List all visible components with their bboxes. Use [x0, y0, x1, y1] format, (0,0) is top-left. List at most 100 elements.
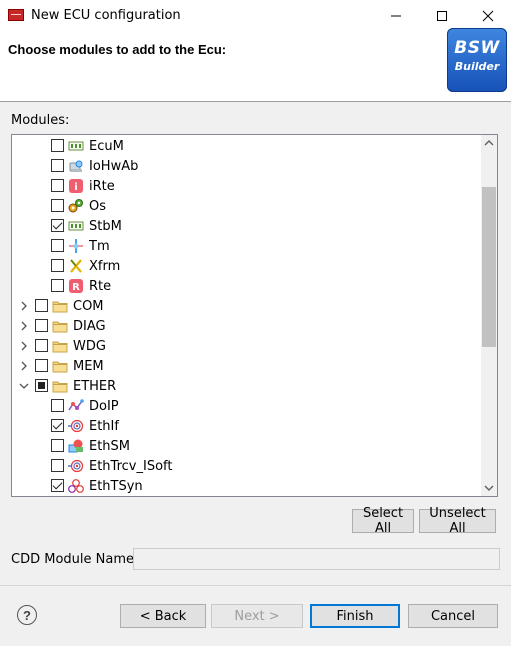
folder-icon [52, 361, 68, 373]
checkbox-os[interactable] [51, 199, 64, 212]
tree-row-label: ETHER [73, 379, 117, 394]
tree-row-label: EcuM [89, 139, 124, 154]
footer-divider [0, 585, 511, 586]
module-icon [68, 141, 84, 151]
tree-row-label: Os [89, 199, 107, 214]
tree-row-ether[interactable]: ETHER [12, 376, 482, 396]
tree-row-doip[interactable]: DoIP [12, 396, 482, 416]
folder-icon [52, 301, 68, 313]
svg-text:R: R [72, 282, 80, 293]
tree-row-os[interactable]: Os [12, 196, 482, 216]
checkbox-wdg[interactable] [35, 339, 48, 352]
modules-label: Modules: [11, 113, 70, 128]
folder-icon [52, 381, 68, 393]
close-button[interactable] [465, 0, 511, 31]
chevron-right-icon[interactable] [18, 320, 30, 332]
xfrm-icon [70, 259, 82, 273]
tree-row-label: EthSM [89, 439, 131, 454]
tree-row-stbm[interactable]: StbM [12, 216, 482, 236]
back-button[interactable]: < Back [120, 604, 206, 628]
irte-icon: i [69, 179, 83, 193]
bsw-builder-logo: BSW Builder [447, 28, 507, 92]
tm-icon [69, 239, 83, 253]
modules-tree[interactable]: EcuM IoHwAb i iRte Os StbM Tm Xfrm R Rte COM DIAG WD… [11, 134, 498, 497]
checkbox-tm[interactable] [51, 239, 64, 252]
chevron-down-icon[interactable] [18, 380, 30, 392]
checkbox-ethtrcv_isoft[interactable] [51, 459, 64, 472]
tree-row-label: DoIP [89, 399, 119, 414]
tree-row-label: EthTrcv_ISoft [89, 459, 173, 474]
checkbox-xfrm[interactable] [51, 259, 64, 272]
ethtsyn-icon [68, 479, 84, 493]
checkbox-irte[interactable] [51, 179, 64, 192]
close-icon [482, 10, 494, 21]
chevron-right-icon[interactable] [18, 360, 30, 372]
tree-row-label: MEM [73, 359, 104, 374]
cancel-button[interactable]: Cancel [408, 604, 498, 628]
tree-row-ethtrcv_isoft[interactable]: EthTrcv_ISoft [12, 456, 482, 476]
tree-row-label: EthIf [89, 419, 119, 434]
checkbox-ethtsyn[interactable] [51, 479, 64, 492]
window-title: New ECU configuration [31, 8, 181, 23]
tree-row-mem[interactable]: MEM [12, 356, 482, 376]
checkbox-ethif[interactable] [51, 419, 64, 432]
checkbox-ether[interactable] [35, 379, 48, 392]
help-button[interactable]: ? [17, 605, 37, 625]
checkbox-ecum[interactable] [51, 139, 64, 152]
minimize-button[interactable] [373, 0, 419, 31]
minimize-icon [391, 15, 401, 16]
tree-row-label: Xfrm [89, 259, 121, 274]
tree-row-irte[interactable]: i iRte [12, 176, 482, 196]
unselect-all-button[interactable]: Unselect All [419, 506, 496, 536]
chevron-right-icon[interactable] [18, 340, 30, 352]
checkbox-ethsm[interactable] [51, 439, 64, 452]
next-button[interactable]: Next > [211, 604, 303, 628]
module-icon [68, 221, 84, 231]
iohwab-icon [69, 160, 83, 172]
rte-icon: R [69, 279, 83, 293]
tree-row-label: WDG [73, 339, 106, 354]
finish-button[interactable]: Finish [310, 604, 400, 628]
tree-row-label: StbM [89, 219, 122, 234]
app-icon [8, 9, 24, 21]
doip-icon [68, 399, 84, 411]
wizard-header: Choose modules to add to the Ecu: [0, 31, 511, 102]
tree-row-label: EthTSyn [89, 479, 143, 494]
maximize-button[interactable] [419, 0, 465, 31]
tree-row-label: iRte [89, 179, 115, 194]
checkbox-iohwab[interactable] [51, 159, 64, 172]
tree-row-ethtsyn[interactable]: EthTSyn [12, 476, 482, 496]
ethsm-icon [68, 439, 83, 453]
cdd-module-name-input[interactable] [133, 548, 500, 570]
os-gears-icon [68, 199, 83, 213]
checkbox-doip[interactable] [51, 399, 64, 412]
cdd-module-name-label: CDD Module Name: [11, 552, 139, 567]
tree-row-label: Rte [89, 279, 112, 294]
checkbox-diag[interactable] [35, 319, 48, 332]
checkbox-rte[interactable] [51, 279, 64, 292]
checkbox-stbm[interactable] [51, 219, 64, 232]
scroll-up-icon[interactable] [484, 139, 494, 147]
tree-row-iohwab[interactable]: IoHwAb [12, 156, 482, 176]
tree-row-ethif[interactable]: EthIf [12, 416, 482, 436]
scroll-down-icon[interactable] [484, 484, 494, 492]
tree-row-label: Tm [89, 239, 110, 254]
tree-row-ecum[interactable]: EcuM [12, 136, 482, 156]
tree-row-com[interactable]: COM [12, 296, 482, 316]
tree-row-ethsm[interactable]: EthSM [12, 436, 482, 456]
scrollbar-thumb[interactable] [482, 187, 496, 347]
checkbox-com[interactable] [35, 299, 48, 312]
folder-icon [52, 341, 68, 353]
folder-icon [52, 321, 68, 333]
eth-icon [68, 459, 84, 473]
title-bar: New ECU configuration [0, 0, 511, 31]
tree-row-xfrm[interactable]: Xfrm [12, 256, 482, 276]
select-all-button[interactable]: Select All [352, 506, 414, 536]
tree-row-rte[interactable]: R Rte [12, 276, 482, 296]
tree-row-wdg[interactable]: WDG [12, 336, 482, 356]
checkbox-mem[interactable] [35, 359, 48, 372]
tree-row-diag[interactable]: DIAG [12, 316, 482, 336]
chevron-right-icon[interactable] [18, 300, 30, 312]
tree-row-label: COM [73, 299, 104, 314]
tree-row-tm[interactable]: Tm [12, 236, 482, 256]
